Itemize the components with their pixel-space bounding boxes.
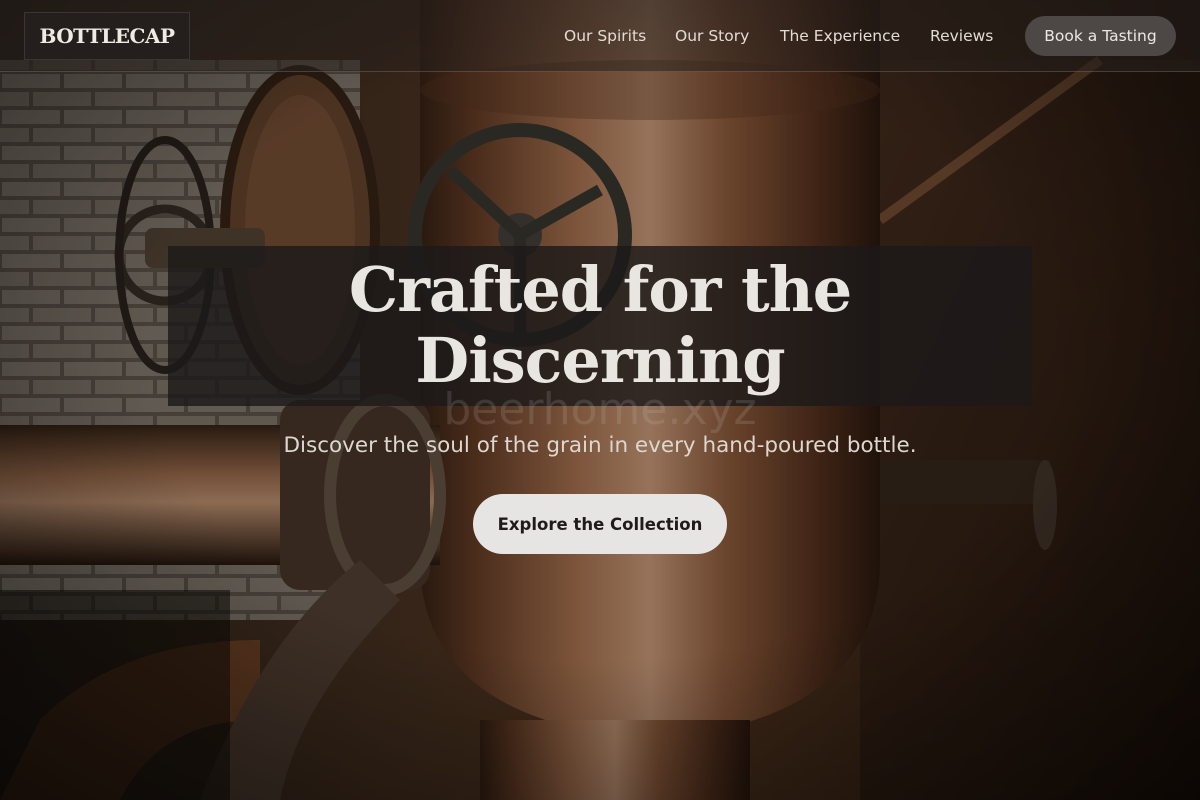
explore-collection-button[interactable]: Explore the Collection — [473, 494, 727, 554]
hero-subheadline: Discover the soul of the grain in every … — [283, 433, 917, 458]
site-header: BOTTLECAP Our Spirits Our Story The Expe… — [0, 0, 1200, 72]
nav-link-our-story[interactable]: Our Story — [675, 25, 749, 47]
nav-link-reviews[interactable]: Reviews — [930, 25, 993, 47]
book-a-tasting-button[interactable]: Book a Tasting — [1025, 16, 1176, 56]
landing-page: BOTTLECAP Our Spirits Our Story The Expe… — [0, 0, 1200, 800]
hero-headline-line-1: Crafted for the — [348, 253, 852, 326]
bottlecap-logo[interactable]: BOTTLECAP — [24, 12, 190, 60]
nav-link-our-spirits[interactable]: Our Spirits — [564, 25, 646, 47]
nav-link-the-experience[interactable]: The Experience — [780, 25, 900, 47]
hero-headline: Crafted for the Discerning — [168, 254, 1032, 396]
